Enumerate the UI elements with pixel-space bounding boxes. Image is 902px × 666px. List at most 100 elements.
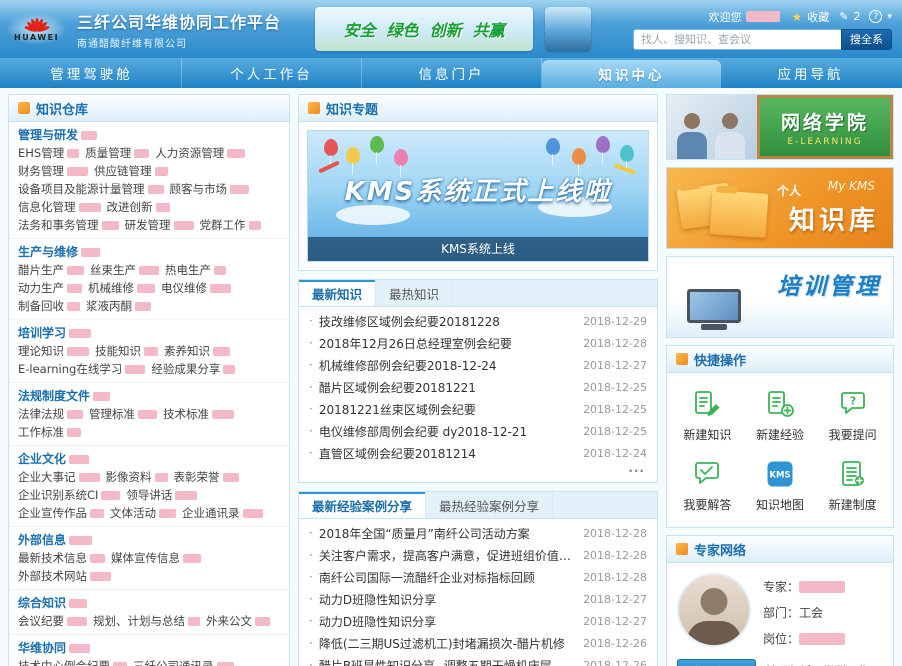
kb-category-link[interactable]: 信息化管理 (18, 198, 105, 216)
kb-section-title[interactable]: 培训学习 (18, 325, 280, 342)
experience-link[interactable]: 南纤公司国际一流醋纤企业对标指标回顾 (319, 569, 573, 586)
knowledge-link[interactable]: 机械维修部例会纪要2018-12-24 (319, 357, 573, 374)
edit-icon[interactable]: ✎ (839, 10, 848, 23)
kb-category-link[interactable]: 法务和事务管理 (18, 216, 123, 234)
nav-app-navigation[interactable]: 应用导航 (721, 58, 900, 88)
experience-link[interactable]: 2018年全国“质量月”南纤公司活动方案 (319, 525, 573, 542)
experience-link[interactable]: 降低(二三期US过滤机工)封堵漏损次-醋片机修 (319, 635, 573, 652)
quick-action-new-policy[interactable]: 新建制度 (816, 459, 889, 513)
quick-action-knowledge-map[interactable]: KMS知识地图 (744, 459, 817, 513)
kb-category-link[interactable]: 动力生产 (18, 279, 86, 297)
kb-section-title[interactable]: 综合知识 (18, 595, 280, 612)
kb-category-link[interactable]: 技术标准 (163, 405, 238, 423)
nav-knowledge-center[interactable]: 知识中心 (542, 60, 721, 88)
knowledge-date: 2018-12-25 (583, 425, 647, 438)
experience-tab-1[interactable]: 最热经验案例分享 (426, 492, 553, 518)
my-kms-banner[interactable]: 个人 My KMS 知识库 (666, 167, 894, 249)
kb-category-link[interactable]: 技能知识 (95, 342, 162, 360)
ask-expert-button[interactable]: 向TA提问 (677, 659, 756, 666)
kb-section-title[interactable]: 生产与维修 (18, 244, 280, 261)
kb-category-link[interactable]: 规划、计划与总结 (93, 612, 204, 630)
redacted-count (67, 149, 79, 158)
kb-category-link[interactable]: 企业大事记 (18, 468, 104, 486)
kb-category-link[interactable]: 供应链管理 (94, 162, 172, 180)
chevron-down-icon[interactable]: ▾ (887, 12, 892, 22)
kb-category-link[interactable]: E-learning在线学习 (18, 360, 149, 378)
quick-action-new-knowledge[interactable]: 新建知识 (671, 389, 744, 443)
help-icon[interactable]: ? (869, 10, 882, 23)
kb-category-link[interactable]: 经验成果分享 (151, 360, 239, 378)
kb-category-link[interactable]: 党群工作 (200, 216, 265, 234)
kb-category-link[interactable]: 质量管理 (85, 144, 153, 162)
kb-category-link[interactable]: 热电生产 (165, 261, 230, 279)
kb-category-link[interactable]: 设备项目及能源计量管理 (18, 180, 168, 198)
global-search-button[interactable]: 搜全系 (841, 29, 892, 50)
knowledge-link[interactable]: 20181221丝束区域例会纪要 (319, 401, 573, 418)
kb-category-link[interactable]: 人力资源管理 (155, 144, 249, 162)
kb-category-link[interactable]: 企业识别系统CI (18, 486, 124, 504)
kb-category-link[interactable]: 外部技术网站 (18, 567, 115, 585)
kb-section-title[interactable]: 法规制度文件 (18, 388, 280, 405)
knowledge-link[interactable]: 醋片区域例会纪要20181221 (319, 379, 573, 396)
quick-action-answer-question[interactable]: 我要解答 (671, 459, 744, 513)
knowledge-tab-1[interactable]: 最热知识 (376, 280, 453, 306)
training-banner[interactable]: 培训管理 (666, 256, 894, 338)
knowledge-link[interactable]: 电仪维修部周例会纪要 dy2018-12-21 (319, 423, 573, 440)
notification-count[interactable]: 2 (853, 10, 860, 23)
kb-category-link[interactable]: 最新技术信息 (18, 549, 109, 567)
kb-category-link[interactable]: 顾客与市场 (170, 180, 254, 198)
kb-category-link[interactable]: 文体活动 (110, 504, 180, 522)
kb-category-link[interactable]: 理论知识 (18, 342, 93, 360)
experience-link[interactable]: 醋片B班显性知识分享--调整五期干燥机床层厚度 (319, 657, 573, 666)
kb-category-link[interactable]: 工作标准 (18, 423, 85, 441)
global-search-input[interactable] (633, 29, 841, 50)
experience-item: ·动力D班隐性知识分享2018-12-27 (299, 610, 657, 632)
kms-launch-banner[interactable]: KMS系统正式上线啦 KMS系统上线 (307, 130, 649, 262)
elearning-banner[interactable]: 网络学院 E-LEARNING (666, 94, 894, 160)
kb-category-link[interactable]: 法律法规 (18, 405, 87, 423)
kb-category-link[interactable]: 浆液丙酮 (86, 297, 155, 315)
favorite-link[interactable]: 收藏 (807, 9, 829, 25)
knowledge-link[interactable]: 直管区域例会纪要20181214 (319, 445, 573, 462)
mykms-title: 知识库 (789, 200, 879, 237)
experience-link[interactable]: 动力D班隐性知识分享 (319, 613, 573, 630)
knowledge-link[interactable]: 2018年12月26日总经理室例会纪要 (319, 335, 573, 352)
kb-category-link[interactable]: 媒体宣传信息 (111, 549, 205, 567)
kb-section-title[interactable]: 企业文化 (18, 451, 280, 468)
kb-category-link[interactable]: 改进创新 (107, 198, 174, 216)
kb-category-link[interactable]: 领导讲话 (126, 486, 201, 504)
favorite-star-icon[interactable]: ★ (791, 10, 802, 24)
kb-section-title[interactable]: 外部信息 (18, 532, 280, 549)
kb-category-link[interactable]: 丝束生产 (90, 261, 163, 279)
kb-section-title[interactable]: 管理与研发 (18, 127, 280, 144)
knowledge-tab-0[interactable]: 最新知识 (299, 280, 376, 306)
knowledge-link[interactable]: 技改维修区域例会纪要20181228 (319, 313, 573, 330)
nav-management-cockpit[interactable]: 管理驾驶舱 (2, 58, 182, 88)
kb-section-title[interactable]: 华维协同 (18, 640, 280, 657)
kb-category-link[interactable]: 表彰荣誉 (174, 468, 243, 486)
kb-category-link[interactable]: 会议纪要 (18, 612, 91, 630)
kb-category-link[interactable]: 制备回收 (18, 297, 84, 315)
kb-category-link[interactable]: 财务管理 (18, 162, 92, 180)
kb-category-link[interactable]: 研发管理 (125, 216, 198, 234)
kb-category-link[interactable]: 外来公文 (206, 612, 274, 630)
kb-category-link[interactable]: 企业通讯录 (182, 504, 267, 522)
kb-category-link[interactable]: 素养知识 (164, 342, 234, 360)
kb-category-link[interactable]: 醋片生产 (18, 261, 88, 279)
kb-category-link[interactable]: 电仪维修 (161, 279, 235, 297)
experience-link[interactable]: 关注客户需求，提高客户满意，促进班组价值提升（检验班） (319, 547, 573, 564)
kb-category-link[interactable]: 机械维修 (88, 279, 159, 297)
kb-category-link[interactable]: 技术中心例会纪要 (18, 657, 131, 666)
kb-category-link[interactable]: 管理标准 (89, 405, 161, 423)
kb-category-link[interactable]: 三纤公司通讯录 (133, 657, 238, 666)
experience-tab-0[interactable]: 最新经验案例分享 (299, 492, 426, 518)
nav-information-portal[interactable]: 信息门户 (362, 58, 542, 88)
kb-category-link[interactable]: 影像资料 (106, 468, 172, 486)
kb-category-link[interactable]: EHS管理 (18, 144, 83, 162)
experience-link[interactable]: 动力D班隐性知识分享 (319, 591, 573, 608)
kb-category-link[interactable]: 企业宣传作品 (18, 504, 108, 522)
quick-action-new-experience[interactable]: 新建经验 (744, 389, 817, 443)
knowledge-more-link[interactable]: ··· (299, 464, 657, 482)
nav-personal-workspace[interactable]: 个人工作台 (182, 58, 362, 88)
quick-action-ask-question[interactable]: ?我要提问 (816, 389, 889, 443)
